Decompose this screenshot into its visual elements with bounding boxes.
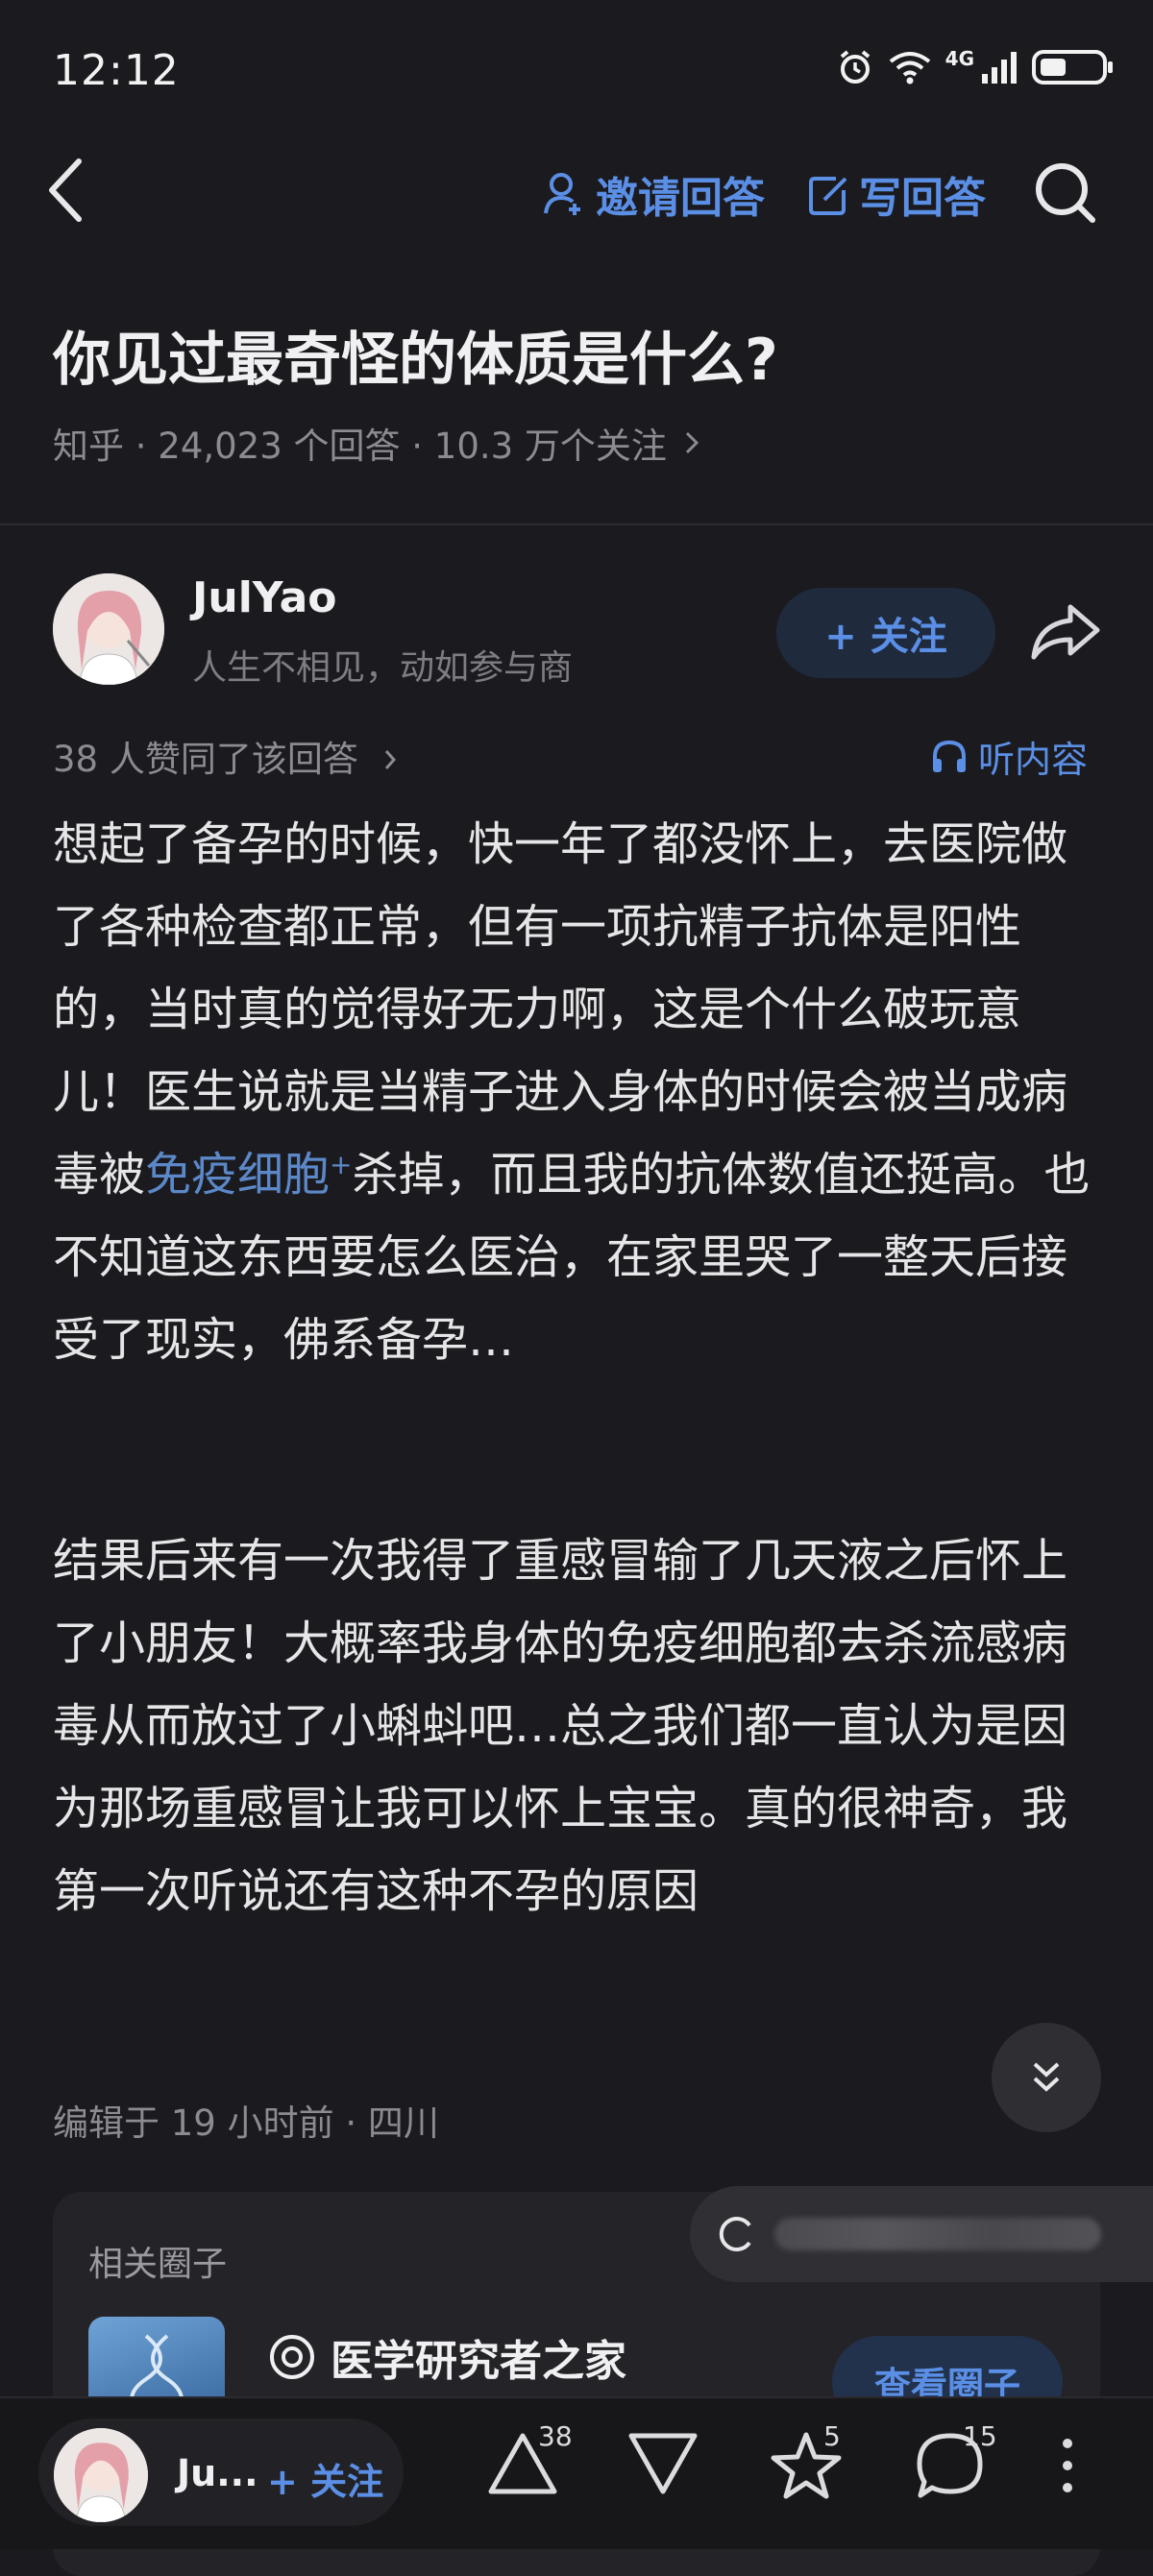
vote-summary[interactable]: 38 人赞同了该回答 — [53, 730, 397, 782]
vote-summary-text: 38 人赞同了该回答 — [53, 739, 358, 780]
upvote-count: 38 — [538, 2420, 573, 2452]
author-name[interactable]: JulYao — [192, 573, 337, 622]
battery-icon — [1032, 48, 1115, 86]
more-button[interactable] — [1053, 2430, 1082, 2501]
divider — [0, 523, 1153, 525]
search-button[interactable] — [1032, 159, 1099, 227]
chevron-right-icon — [684, 429, 699, 456]
answer-paragraph: 想起了备孕的时候，快一年了都没怀上，去医院做了各种检查都正常，但有一项抗精子抗体… — [53, 803, 1110, 1381]
back-icon — [44, 156, 92, 225]
downvote-icon — [626, 2430, 700, 2497]
status-icons: 4G — [836, 47, 1115, 86]
person-icon — [544, 171, 586, 217]
author-avatar[interactable] — [54, 2428, 148, 2522]
headphones-icon — [930, 738, 969, 776]
answer-text: 想起了备孕的时候，快一年了都没怀上，去医院做了各种检查都正常，但有一项抗精子抗体… — [53, 817, 1068, 1202]
share-icon — [1028, 601, 1103, 661]
wifi-icon — [888, 50, 932, 85]
network-label: 4G — [944, 47, 974, 70]
related-circle-label: 相关圈子 — [88, 2245, 228, 2284]
comment-count: 15 — [963, 2420, 997, 2452]
alarm-icon — [836, 48, 874, 86]
write-answer-button[interactable]: 写回答 — [807, 163, 986, 225]
share-button[interactable] — [1028, 601, 1103, 661]
author-avatar[interactable] — [53, 573, 164, 685]
blurred-content — [774, 2218, 1101, 2250]
favorite-count: 5 — [823, 2420, 841, 2452]
follow-button[interactable]: + 关注 — [776, 588, 995, 678]
status-time: 12:12 — [53, 46, 180, 95]
author-bio: 人生不相见，动如参与商 — [192, 648, 574, 688]
edited-time: 编辑于 19 小时前 · 四川 — [53, 2102, 439, 2144]
more-icon — [1053, 2430, 1082, 2501]
circle-title[interactable]: 医学研究者之家 — [267, 2326, 626, 2388]
edit-icon — [807, 171, 849, 217]
listen-label: 听内容 — [978, 739, 1089, 781]
loading-icon — [717, 2214, 757, 2254]
chevron-right-icon — [383, 739, 397, 780]
follow-button[interactable]: + 关注 — [267, 2452, 383, 2505]
floating-toast[interactable] — [690, 2186, 1153, 2282]
write-answer-label: 写回答 — [859, 174, 986, 223]
downvote-button[interactable] — [626, 2430, 700, 2497]
link-mark: + — [330, 1149, 353, 1180]
question-meta[interactable]: 知乎 · 24,023 个回答 · 10.3 万个关注 — [53, 417, 699, 469]
question-meta-text: 知乎 · 24,023 个回答 · 10.3 万个关注 — [53, 425, 667, 467]
circle-icon — [267, 2332, 317, 2382]
invite-answer-button[interactable]: 邀请回答 — [544, 163, 765, 225]
question-title[interactable]: 你见过最奇怪的体质是什么? — [53, 313, 778, 397]
circle-name: 医学研究者之家 — [331, 2337, 626, 2386]
answer-paragraph: 结果后来有一次我得了重感冒输了几天液之后怀上了小朋友！大概率我身体的免疫细胞都去… — [53, 1534, 1068, 1918]
double-chevron-down-icon — [1027, 2058, 1066, 2097]
signal-icon — [980, 49, 1018, 85]
listen-button[interactable]: 听内容 — [930, 730, 1088, 783]
keyword-link[interactable]: 免疫细胞 — [145, 1148, 330, 1202]
invite-answer-label: 邀请回答 — [596, 174, 765, 223]
back-button[interactable] — [44, 156, 92, 232]
scroll-down-button[interactable] — [992, 2023, 1101, 2132]
author-short-name: Ju... — [177, 2452, 258, 2494]
search-icon — [1032, 159, 1099, 227]
